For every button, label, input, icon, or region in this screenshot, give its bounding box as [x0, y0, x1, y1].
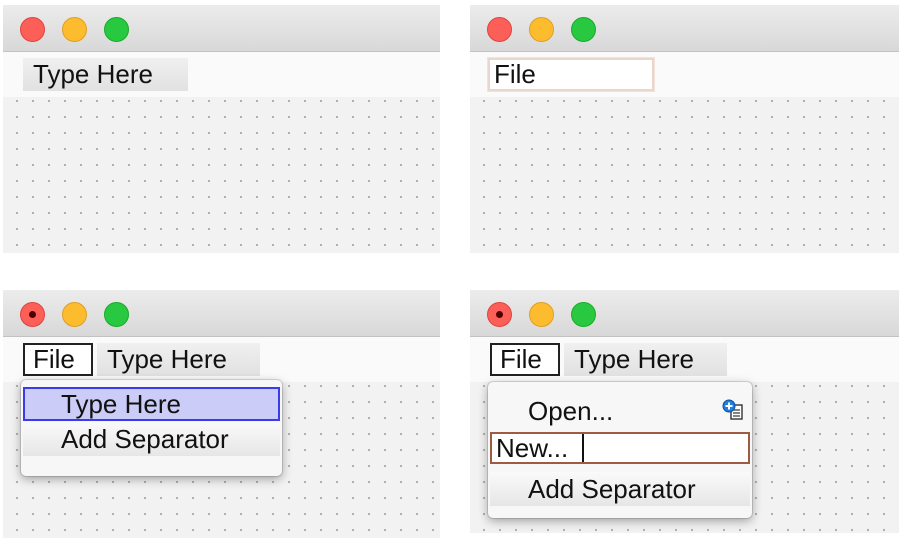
- minimize-button[interactable]: [62, 302, 87, 327]
- menubar-type-here-placeholder[interactable]: Type Here: [97, 343, 260, 376]
- zoom-button[interactable]: [571, 17, 596, 42]
- menu-title-edit-field[interactable]: File: [488, 58, 654, 91]
- title-bar: [3, 5, 440, 52]
- minimize-button[interactable]: [62, 17, 87, 42]
- menu-bar: File Type Here: [470, 337, 899, 382]
- dropdown-type-here-item[interactable]: Type Here: [23, 387, 280, 421]
- minimize-button[interactable]: [529, 17, 554, 42]
- new-item-edit-field[interactable]: New...: [490, 432, 750, 464]
- window-panel-2: File: [470, 5, 899, 253]
- window-panel-4: File Type Here Open... New... Add Separa…: [470, 290, 899, 533]
- menu-bar: Type Here: [3, 52, 440, 97]
- menu-bar: File: [470, 52, 899, 97]
- open-menu-item[interactable]: Open...: [490, 394, 750, 428]
- menu-file[interactable]: File: [490, 343, 560, 376]
- title-bar: [470, 5, 899, 52]
- zoom-button[interactable]: [104, 302, 129, 327]
- add-separator-item[interactable]: Add Separator: [490, 472, 750, 506]
- close-button[interactable]: [20, 302, 45, 327]
- menu-file[interactable]: File: [23, 343, 93, 376]
- window-panel-1: Type Here: [3, 5, 440, 253]
- close-button[interactable]: [487, 302, 512, 327]
- title-bar: [470, 290, 899, 337]
- window-panel-3: File Type Here Type Here Add Separator: [3, 290, 440, 538]
- file-dropdown-menu: Open... New... Add Separator: [488, 382, 752, 518]
- minimize-button[interactable]: [529, 302, 554, 327]
- file-dropdown-menu: Type Here Add Separator: [21, 380, 282, 476]
- close-dot-icon: [496, 311, 503, 318]
- zoom-button[interactable]: [571, 302, 596, 327]
- add-submenu-icon[interactable]: [722, 399, 746, 423]
- menubar-type-here-placeholder[interactable]: Type Here: [564, 343, 727, 376]
- close-button[interactable]: [20, 17, 45, 42]
- title-bar: [3, 290, 440, 337]
- new-item-text: New...: [496, 433, 569, 463]
- close-dot-icon: [29, 311, 36, 318]
- text-caret: [582, 434, 584, 462]
- add-separator-item[interactable]: Add Separator: [23, 422, 280, 456]
- close-button[interactable]: [487, 17, 512, 42]
- menu-bar: File Type Here: [3, 337, 440, 382]
- menubar-type-here-placeholder[interactable]: Type Here: [23, 58, 188, 91]
- zoom-button[interactable]: [104, 17, 129, 42]
